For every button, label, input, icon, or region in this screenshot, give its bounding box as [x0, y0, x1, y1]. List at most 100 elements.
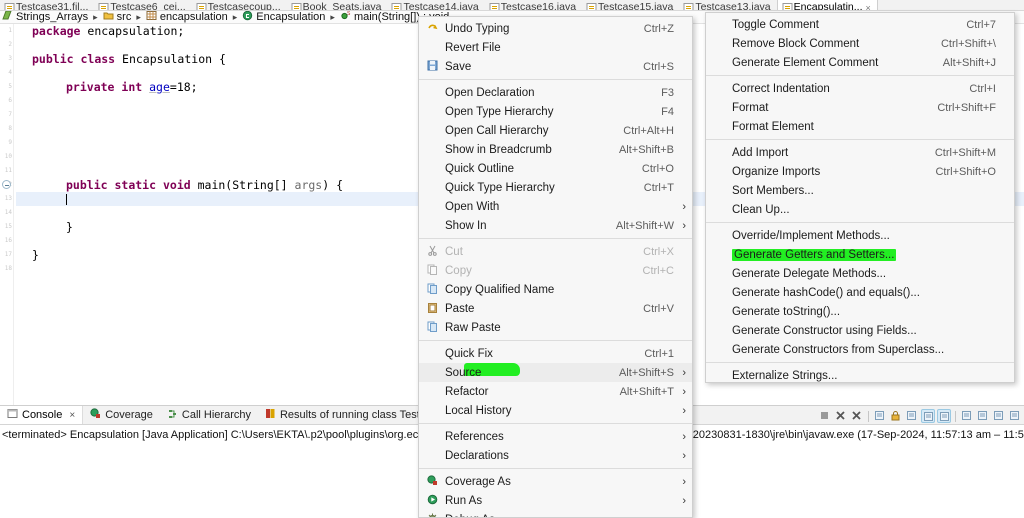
- menu-item-generate-constructor-using-fields[interactable]: Generate Constructor using Fields...: [706, 321, 1014, 340]
- menu-item-declarations[interactable]: Declarations ›: [419, 446, 692, 465]
- line-number: 9: [8, 139, 12, 146]
- menu-item-raw-paste[interactable]: Raw Paste: [419, 318, 692, 337]
- menu-item-generate-element-comment[interactable]: Generate Element Comment Alt+Shift+J: [706, 53, 1014, 72]
- console-tab-1[interactable]: Coverage: [83, 406, 160, 424]
- editor-tab-5[interactable]: Testcase16.java: [485, 0, 582, 10]
- line-number: 11: [4, 167, 12, 174]
- menu-item-text: Save: [445, 60, 472, 73]
- lock-scroll-icon[interactable]: [889, 409, 903, 423]
- console-tab-2[interactable]: Call Hierarchy: [160, 406, 258, 424]
- breadcrumb-item-label: Strings_Arrays: [16, 11, 89, 23]
- menu-separator: [706, 222, 1014, 223]
- remove-all-terminated-icon[interactable]: [850, 409, 864, 423]
- clear-console-icon[interactable]: [873, 409, 887, 423]
- menu-item-generate-delegate-methods[interactable]: Generate Delegate Methods...: [706, 264, 1014, 283]
- editor-tab-8[interactable]: Encapsulatin... ×: [776, 0, 878, 10]
- menu-item-sort-members[interactable]: Sort Members...: [706, 181, 1014, 200]
- menu-item-format-element[interactable]: Format Element: [706, 117, 1014, 136]
- menu-item-quick-outline[interactable]: Quick Outline Ctrl+O: [419, 159, 692, 178]
- menu-item-run-as[interactable]: Run As ›: [419, 491, 692, 510]
- line-number: 16: [4, 237, 12, 244]
- display-selected-console-icon[interactable]: [937, 409, 951, 423]
- console-toolbar[interactable]: [818, 408, 1022, 424]
- debug-icon: [419, 513, 445, 517]
- menu-item-generate-getters-and-setters[interactable]: Generate Getters and Setters...: [706, 245, 1014, 264]
- breadcrumb-item-3[interactable]: Encapsulation: [242, 11, 325, 23]
- menu-item-refactor[interactable]: Refactor Alt+Shift+T ›: [419, 382, 692, 401]
- view-menu-icon[interactable]: [992, 409, 1006, 423]
- console-tab-label: Coverage: [105, 409, 153, 421]
- menu-item-label: Raw Paste: [445, 322, 660, 334]
- menu-item-override-implement-methods[interactable]: Override/Implement Methods...: [706, 226, 1014, 245]
- menu-item-text: Generate Constructors from Superclass...: [732, 343, 945, 356]
- editor-tab-1[interactable]: Testcase6_cei...: [94, 0, 191, 11]
- chevron-right-icon: ›: [682, 200, 686, 213]
- editor-context-menu[interactable]: Undo Typing Ctrl+Z Revert File Save Ctrl+S Op…: [418, 16, 693, 518]
- menu-item-clean-up[interactable]: Clean Up...: [706, 200, 1014, 219]
- editor-tab-bar[interactable]: Testcase31.fil... Testcase6_cei... Testcas…: [0, 0, 1024, 11]
- menu-item-open-call-hierarchy[interactable]: Open Call Hierarchy Ctrl+Alt+H: [419, 121, 692, 140]
- menu-item-correct-indentation[interactable]: Correct Indentation Ctrl+I: [706, 79, 1014, 98]
- menu-item-add-import[interactable]: Add Import Ctrl+Shift+M: [706, 143, 1014, 162]
- chevron-right-icon: ›: [682, 494, 686, 507]
- menu-item-remove-block-comment[interactable]: Remove Block Comment Ctrl+Shift+\: [706, 34, 1014, 53]
- console-tab-0[interactable]: Console ×: [0, 406, 84, 424]
- menu-item-save[interactable]: Save Ctrl+S: [419, 57, 692, 76]
- code-token: class: [80, 52, 116, 66]
- menu-item-organize-imports[interactable]: Organize Imports Ctrl+Shift+O: [706, 162, 1014, 181]
- breadcrumb-item-1[interactable]: src: [103, 11, 131, 23]
- editor-tab-2[interactable]: Testcasecoup...: [192, 0, 287, 11]
- menu-item-generate-tostring[interactable]: Generate toString()...: [706, 302, 1014, 321]
- menu-item-generate-constructors-from-superclass[interactable]: Generate Constructors from Superclass...: [706, 340, 1014, 359]
- editor-tab-4[interactable]: Testcase14.java: [387, 0, 484, 10]
- chevron-right-icon: ›: [682, 219, 686, 232]
- menu-item-open-type-hierarchy[interactable]: Open Type Hierarchy F4: [419, 102, 692, 121]
- fold-marker[interactable]: [2, 180, 11, 189]
- menu-item-undo-typing[interactable]: Undo Typing Ctrl+Z: [419, 19, 692, 38]
- show-console-on-output-icon[interactable]: [905, 409, 919, 423]
- menu-item-quick-fix[interactable]: Quick Fix Ctrl+1: [419, 344, 692, 363]
- menu-item-show-in[interactable]: Show In Alt+Shift+W ›: [419, 216, 692, 235]
- menu-item-source[interactable]: Source Alt+Shift+S ›: [419, 363, 692, 382]
- editor-tab-3[interactable]: Book_Seats.java: [287, 0, 388, 10]
- menu-item-format[interactable]: Format Ctrl+Shift+F: [706, 98, 1014, 117]
- new-console-view-icon[interactable]: [976, 409, 990, 423]
- menu-item-debug-as[interactable]: Debug As ›: [419, 510, 692, 517]
- editor-tab-label: Testcasecoup...: [207, 1, 281, 11]
- menu-item-revert-file[interactable]: Revert File: [419, 38, 692, 57]
- java-file-icon: [196, 3, 207, 10]
- minimize-icon[interactable]: [1008, 409, 1022, 423]
- menu-item-text: Open With: [445, 200, 500, 213]
- code-token: private: [66, 80, 115, 94]
- menu-item-toggle-comment[interactable]: Toggle Comment Ctrl+7: [706, 15, 1014, 34]
- java-file-icon: [586, 3, 597, 10]
- open-console-icon[interactable]: [960, 409, 974, 423]
- line-number: 1: [8, 27, 12, 34]
- editor-tab-7[interactable]: Testcase13.java: [679, 0, 776, 10]
- editor-tab-6[interactable]: Testcase15.java: [582, 0, 679, 10]
- menu-item-local-history[interactable]: Local History ›: [419, 401, 692, 420]
- breadcrumb-item-0[interactable]: Strings_Arrays: [2, 11, 89, 23]
- menu-item-references[interactable]: References ›: [419, 427, 692, 446]
- line-number: 3: [8, 55, 12, 62]
- menu-item-open-declaration[interactable]: Open Declaration F3: [419, 83, 692, 102]
- close-icon[interactable]: ×: [69, 410, 75, 421]
- pin-console-icon[interactable]: [921, 409, 935, 423]
- menu-item-externalize-strings[interactable]: Externalize Strings...: [706, 366, 1014, 382]
- breadcrumb-item-2[interactable]: encapsulation: [146, 11, 228, 23]
- menu-item-label: Format Element: [732, 121, 982, 133]
- source-submenu[interactable]: Toggle Comment Ctrl+7 Remove Block Comment…: [705, 12, 1015, 383]
- menu-item-open-with[interactable]: Open With ›: [419, 197, 692, 216]
- menu-item-show-in-breadcrumb[interactable]: Show in Breadcrumb Alt+Shift+B: [419, 140, 692, 159]
- menu-item-quick-type-hierarchy[interactable]: Quick Type Hierarchy Ctrl+T: [419, 178, 692, 197]
- menu-item-paste[interactable]: Paste Ctrl+V: [419, 299, 692, 318]
- menu-item-copy-qualified-name[interactable]: Copy Qualified Name: [419, 280, 692, 299]
- menu-item-coverage-as[interactable]: Coverage As ›: [419, 472, 692, 491]
- menu-item-generate-hashcode-and-equals[interactable]: Generate hashCode() and equals()...: [706, 283, 1014, 302]
- terminate-icon[interactable]: [818, 409, 832, 423]
- remove-launch-icon[interactable]: [834, 409, 848, 423]
- close-icon[interactable]: ×: [866, 3, 871, 10]
- editor-tab-0[interactable]: Testcase31.fil...: [0, 0, 94, 10]
- editor-tab-label: Testcase6_cei...: [110, 1, 186, 11]
- java-file-icon: [489, 3, 500, 10]
